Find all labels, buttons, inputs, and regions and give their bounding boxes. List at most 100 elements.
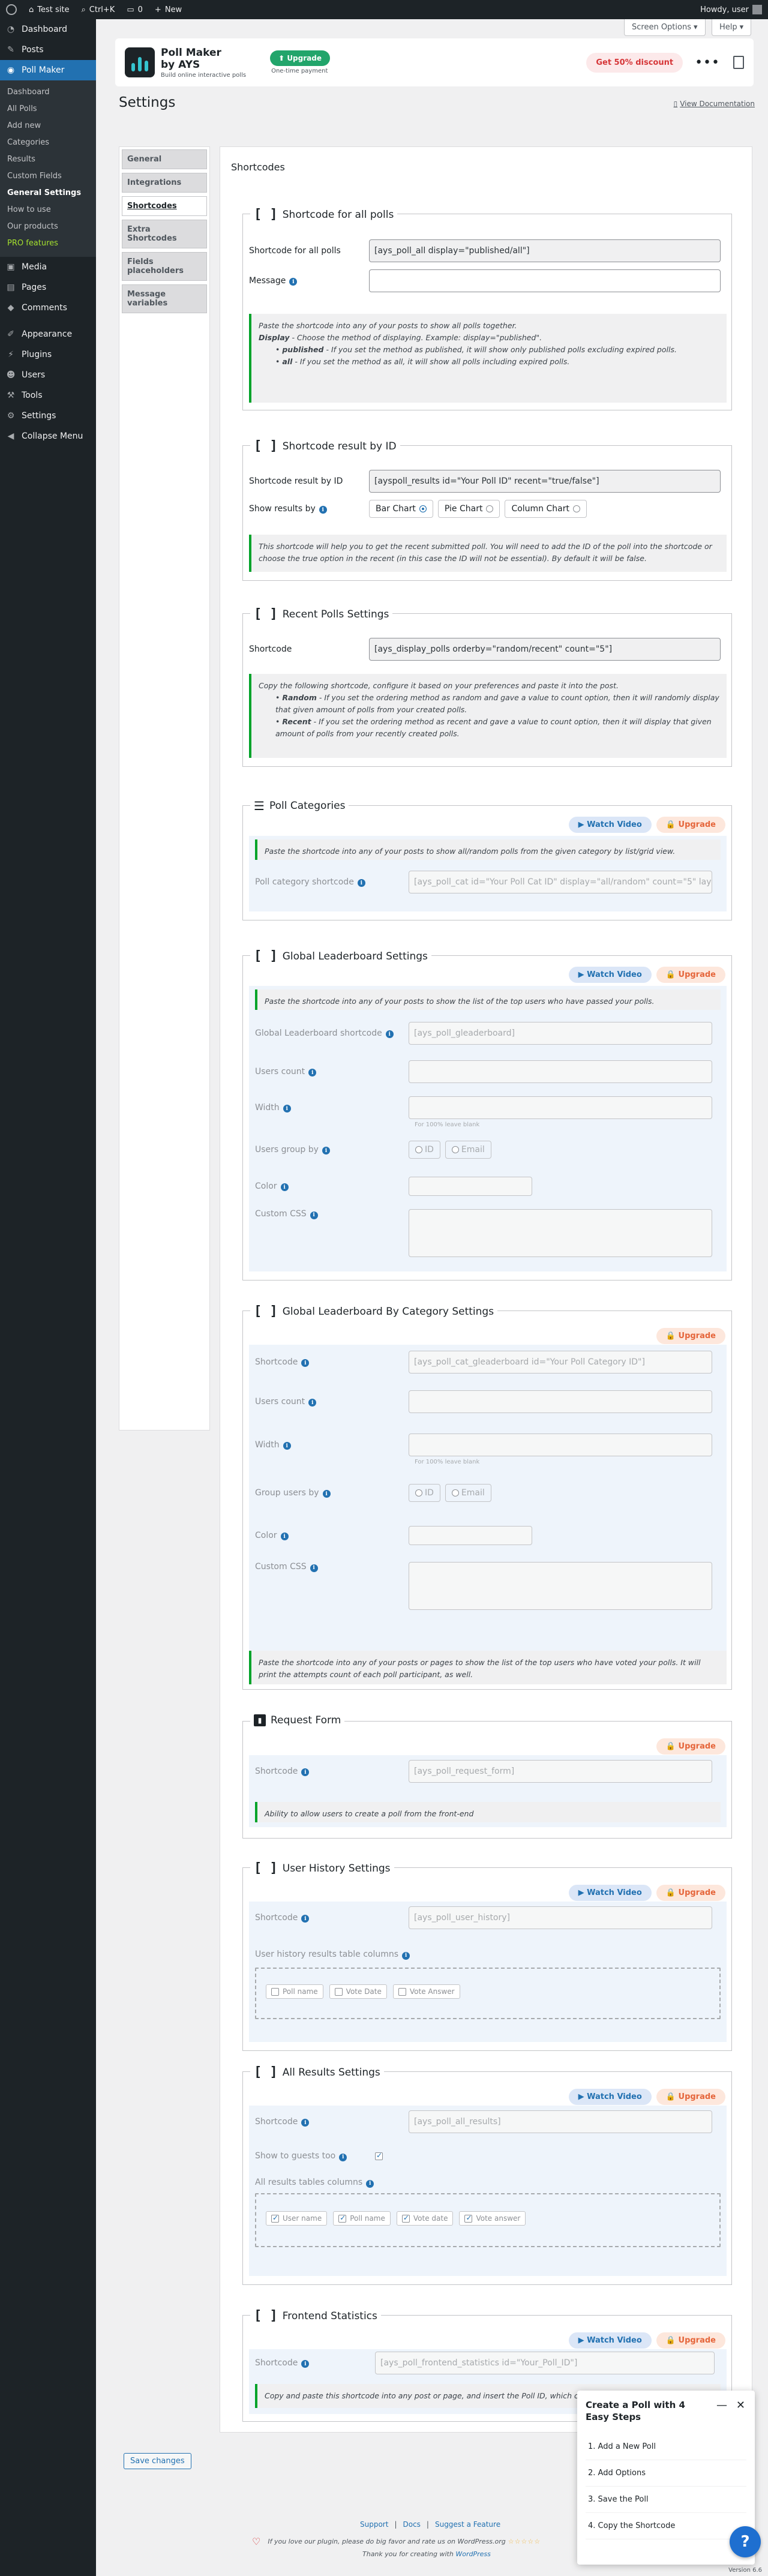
checkbox[interactable] xyxy=(401,2214,410,2223)
sidebar-item-pages[interactable]: ▤ Pages xyxy=(0,277,96,298)
radio-bar-chart[interactable]: Bar Chart xyxy=(369,500,433,518)
sidebar-item-dashboard[interactable]: ◔ Dashboard xyxy=(0,19,96,40)
sidebar-item-settings[interactable]: ⚙ Settings xyxy=(0,406,96,426)
comments-link[interactable]: ▭ 0 xyxy=(121,0,149,19)
category-shortcode-input[interactable]: [ays_poll_cat id="Your Poll Cat ID" disp… xyxy=(409,871,712,893)
leaderboard-shortcode-input[interactable]: [ays_poll_gleaderboard] xyxy=(409,1022,712,1045)
cat-color-input[interactable] xyxy=(409,1526,532,1545)
info-icon[interactable]: i xyxy=(280,1533,289,1541)
submenu-dashboard[interactable]: Dashboard xyxy=(0,84,96,101)
sidebar-item-appearance[interactable]: ✐ Appearance xyxy=(0,324,96,344)
width-input[interactable] xyxy=(409,1096,712,1119)
sidebar-item-posts[interactable]: ✎ Posts xyxy=(0,40,96,60)
column-checkbox[interactable]: Vote Answer xyxy=(392,1984,460,1999)
submenu-all-polls[interactable]: All Polls xyxy=(0,101,96,118)
result-shortcode-input[interactable]: [ayspoll_results id="Your Poll ID" recen… xyxy=(369,470,721,493)
user-menu[interactable]: Howdy, user xyxy=(694,0,768,19)
info-icon[interactable]: i xyxy=(283,1442,291,1450)
sidebar-item-tools[interactable]: ⚒ Tools xyxy=(0,385,96,406)
pro-upgrade-button[interactable]: 🔒 Upgrade xyxy=(656,2089,725,2105)
info-icon[interactable]: i xyxy=(366,2179,374,2188)
custom-css-textarea[interactable] xyxy=(409,1209,712,1257)
users-count-input[interactable] xyxy=(409,1060,712,1083)
radio-cat-group-email[interactable]: Email xyxy=(445,1484,491,1502)
site-name-link[interactable]: ⌂ Test site xyxy=(23,0,75,19)
radio-button[interactable] xyxy=(415,1489,422,1497)
column-checkbox[interactable]: User name xyxy=(266,2211,328,2226)
checkbox[interactable] xyxy=(398,1987,406,1996)
info-icon[interactable]: i xyxy=(301,1915,310,1923)
radio-pie-chart[interactable]: Pie Chart xyxy=(437,500,500,518)
submenu-custom-fields[interactable]: Custom Fields xyxy=(0,168,96,185)
radio-button[interactable] xyxy=(451,1146,459,1153)
submenu-results[interactable]: Results xyxy=(0,151,96,168)
radio-group-id[interactable]: ID xyxy=(409,1141,440,1159)
info-icon[interactable]: i xyxy=(280,1183,289,1192)
column-checkbox[interactable]: Poll name xyxy=(266,1984,323,1999)
message-input[interactable] xyxy=(369,269,721,292)
save-changes-button[interactable]: Save changes xyxy=(124,2453,191,2469)
frontend-shortcode-input[interactable]: [ays_poll_frontend_statistics id="Your_P… xyxy=(375,2352,715,2374)
submenu-add-new[interactable]: Add new xyxy=(0,118,96,134)
column-checkbox[interactable]: Vote Date xyxy=(329,1984,387,1999)
info-icon[interactable]: i xyxy=(357,879,365,887)
cat-users-count-input[interactable] xyxy=(409,1390,712,1413)
info-icon[interactable]: i xyxy=(402,1951,410,1960)
info-icon[interactable]: i xyxy=(308,1069,317,1077)
all-results-shortcode-input[interactable]: [ays_poll_all_results] xyxy=(409,2110,712,2133)
sidebar-item-comments[interactable]: ◆ Comments xyxy=(0,298,96,318)
wordpress-logo-icon[interactable] xyxy=(0,0,23,19)
support-link[interactable]: Support xyxy=(360,2520,388,2529)
sidebar-item-users[interactable]: ☻ Users xyxy=(0,365,96,385)
watch-video-button[interactable]: ▶ Watch Video xyxy=(568,817,652,833)
pro-upgrade-button[interactable]: 🔒 Upgrade xyxy=(656,2332,725,2349)
cat-custom-css-textarea[interactable] xyxy=(409,1562,712,1610)
info-icon[interactable]: i xyxy=(308,1399,317,1407)
help-question-icon[interactable]: ? xyxy=(730,2526,761,2557)
watch-video-button[interactable]: ▶ Watch Video xyxy=(568,967,652,983)
submenu-general-settings[interactable]: General Settings xyxy=(0,185,96,202)
radio-cat-group-id[interactable]: ID xyxy=(409,1484,440,1502)
radio-button[interactable] xyxy=(572,505,580,512)
tab-message-variables[interactable]: Message variables xyxy=(122,284,207,313)
checkbox[interactable] xyxy=(271,1987,279,1996)
tab-integrations[interactable]: Integrations xyxy=(122,173,207,193)
radio-group-email[interactable]: Email xyxy=(445,1141,491,1159)
info-icon[interactable]: i xyxy=(289,278,298,286)
sidebar-item-media[interactable]: ▣ Media xyxy=(0,257,96,277)
pro-upgrade-button[interactable]: 🔒 Upgrade xyxy=(656,817,725,833)
command-search[interactable]: ⌕ Ctrl+K xyxy=(75,0,121,19)
watch-video-button[interactable]: ▶ Watch Video xyxy=(568,2089,652,2105)
help-button[interactable]: Help ▾ xyxy=(712,19,752,36)
show-to-guests-checkbox[interactable] xyxy=(375,2151,383,2160)
new-content-link[interactable]: + New xyxy=(149,0,188,19)
info-icon[interactable]: i xyxy=(319,506,327,514)
header-upgrade-button[interactable]: ⬆ Upgrade xyxy=(270,50,330,66)
minimize-icon[interactable]: — xyxy=(716,2399,727,2412)
radio-column-chart[interactable]: Column Chart xyxy=(505,500,587,518)
column-checkbox[interactable]: Poll name xyxy=(333,2211,391,2226)
suggest-feature-link[interactable]: Suggest a Feature xyxy=(435,2520,500,2529)
recent-shortcode-input[interactable]: [ays_display_polls orderby="random/recen… xyxy=(369,638,721,661)
sidebar-item-poll-maker[interactable]: ◉ Poll Maker xyxy=(0,60,96,80)
submenu-how-to-use[interactable]: How to use xyxy=(0,202,96,218)
checkbox[interactable] xyxy=(334,1987,343,1996)
pro-upgrade-button[interactable]: 🔒 Upgrade xyxy=(656,1885,725,1901)
info-icon[interactable]: i xyxy=(301,1359,310,1368)
pro-upgrade-button[interactable]: 🔒 Upgrade xyxy=(656,1738,725,1755)
cat-leaderboard-shortcode-input[interactable]: [ays_poll_cat_gleaderboard id="Your Poll… xyxy=(409,1351,712,1374)
step-item[interactable]: 2. Add Options xyxy=(586,2460,746,2487)
submenu-pro-features[interactable]: PRO features xyxy=(0,235,96,252)
tab-fields-placeholders[interactable]: Fields placeholders xyxy=(122,252,207,281)
tab-general[interactable]: General xyxy=(122,149,207,169)
more-options-button[interactable]: ••• xyxy=(695,55,720,70)
info-icon[interactable]: i xyxy=(385,1030,394,1039)
column-checkbox[interactable]: Vote answer xyxy=(459,2211,526,2226)
request-form-shortcode-input[interactable]: [ays_poll_request_form] xyxy=(409,1760,712,1783)
radio-button[interactable] xyxy=(415,1146,422,1153)
info-icon[interactable]: i xyxy=(310,1211,318,1219)
rating-stars[interactable]: ☆☆☆☆☆ xyxy=(508,2538,541,2545)
checkbox[interactable] xyxy=(271,2214,279,2223)
info-icon[interactable]: i xyxy=(301,1768,310,1777)
checkbox[interactable] xyxy=(464,2214,473,2223)
